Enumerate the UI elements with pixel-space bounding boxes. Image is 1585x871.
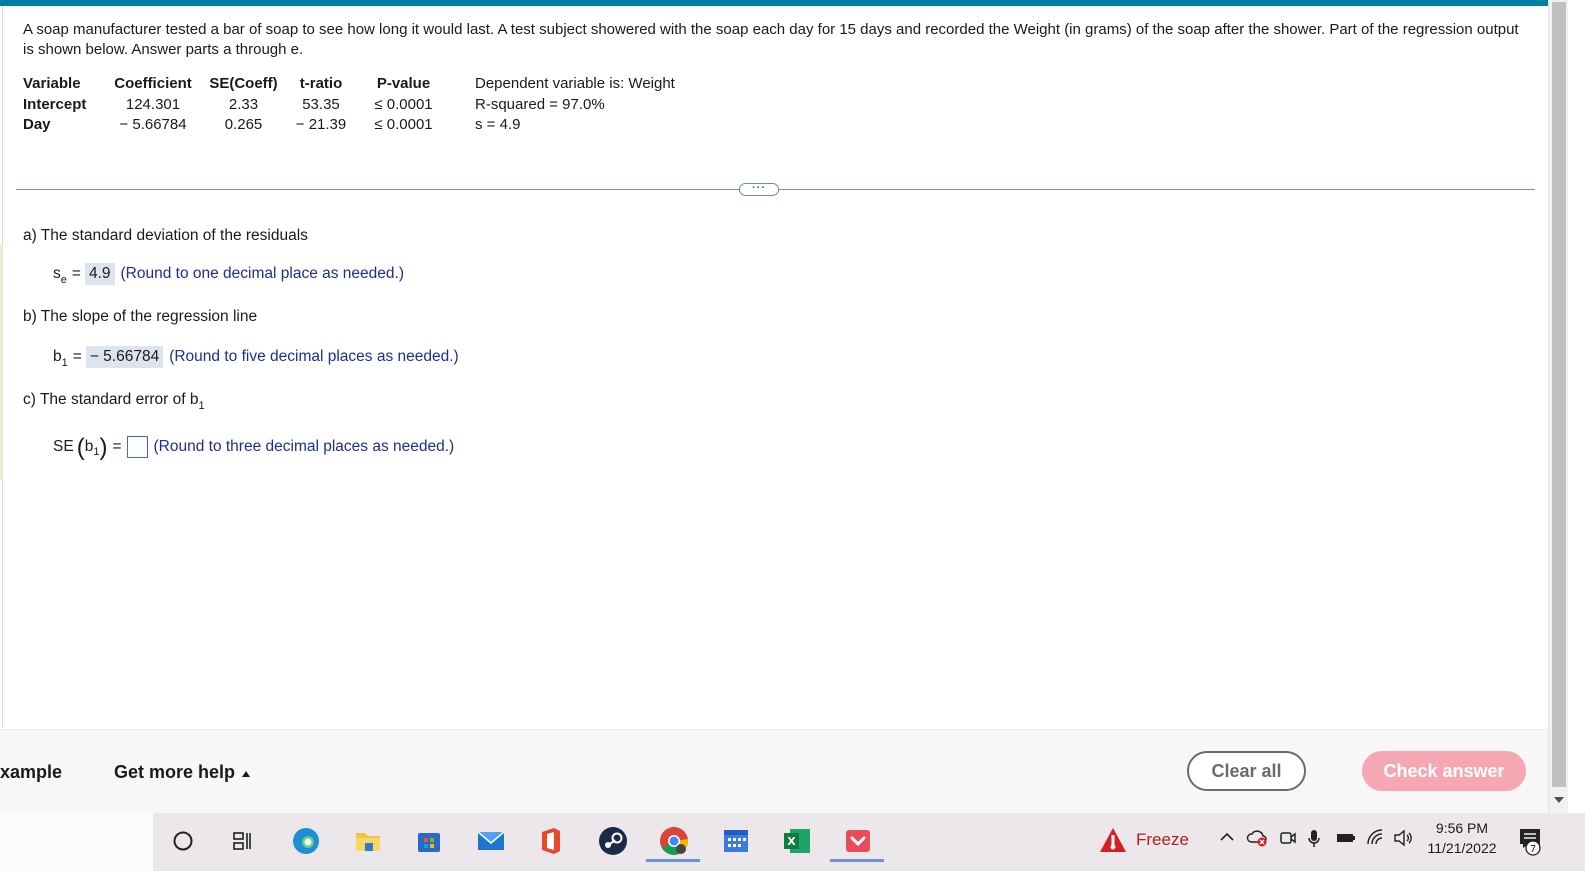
microphone-icon[interactable]	[1306, 828, 1322, 855]
excel-icon[interactable]: X	[777, 821, 817, 861]
calendar-app-icon[interactable]	[716, 821, 756, 861]
weather-freeze-alert[interactable]: Freeze	[1098, 826, 1189, 854]
speaker-volume-icon[interactable]	[1393, 828, 1415, 853]
se-b1-symbol: SE ( b1 )	[53, 434, 108, 461]
caret-up-icon	[242, 770, 251, 777]
cloud-sync-error-icon[interactable]	[1246, 828, 1270, 853]
clock-time: 9:56 PM	[1435, 820, 1489, 836]
header-t-ratio: t-ratio	[299, 75, 343, 92]
equals-sign: =	[112, 438, 122, 455]
steam-icon[interactable]	[593, 821, 633, 861]
table-row: Day − 5.66784 0.265 − 21.39 ≤ 0.0001	[23, 115, 451, 136]
table-header-row: Variable Coefficient SE(Coeff) t-ratio P…	[23, 74, 451, 95]
clear-all-button[interactable]: Clear all	[1187, 751, 1306, 791]
b1-symbol: b1	[53, 348, 68, 369]
intercept-coefficient: 124.301	[125, 95, 181, 113]
battery-icon[interactable]	[1335, 828, 1357, 853]
weather-label: Freeze	[1136, 830, 1189, 849]
part-b-answer: b1 = − 5.66784 (Round to five decimal pl…	[53, 346, 459, 369]
question-text: A soap manufacturer tested a bar of soap…	[23, 21, 1519, 58]
task-view-icon[interactable]	[222, 821, 262, 861]
part-b-answer-field[interactable]: − 5.66784	[85, 346, 164, 368]
scroll-down-arrow-icon[interactable]	[1554, 797, 1564, 803]
part-c-label: c) The standard error of b1	[23, 391, 205, 412]
part-b-hint: (Round to five decimal places as needed.…	[169, 348, 459, 365]
expand-handle[interactable]: ···	[739, 183, 779, 196]
wifi-icon[interactable]	[1366, 828, 1386, 853]
equals-sign: =	[71, 265, 81, 282]
day-p-value: ≤ 0.0001	[374, 116, 433, 133]
part-c-answer: SE ( b1 ) = (Round to three decimal plac…	[53, 434, 455, 461]
part-a-answer-field[interactable]: 4.9	[84, 263, 115, 285]
microsoft-store-icon[interactable]	[409, 821, 449, 861]
r-squared: R-squared = 97.0%	[475, 95, 605, 113]
se-symbol: se	[53, 265, 67, 286]
part-a-answer: se = 4.9 (Round to one decimal place as …	[53, 263, 405, 286]
header-se-coeff: SE(Coeff)	[209, 75, 278, 92]
meet-now-icon[interactable]	[1278, 828, 1298, 853]
part-a-hint: (Round to one decimal place as needed.)	[120, 265, 405, 282]
file-explorer-icon[interactable]	[348, 821, 388, 861]
chrome-icon[interactable]	[654, 821, 694, 861]
part-b-label: b) The slope of the regression line	[23, 308, 258, 325]
header-coefficient: Coefficient	[114, 75, 192, 92]
pocket-active-indicator	[830, 859, 884, 862]
svg-text:X: X	[787, 835, 796, 848]
search-circle-icon[interactable]	[163, 821, 203, 861]
clock-date: 11/21/2022	[1427, 840, 1497, 856]
view-example-link[interactable]: example	[0, 762, 62, 783]
table-row: Intercept 124.301 2.33 53.35 ≤ 0.0001	[23, 95, 451, 116]
get-more-help-link[interactable]: Get more help	[114, 762, 251, 783]
header-variable: Variable	[23, 75, 81, 92]
regression-table: Variable Coefficient SE(Coeff) t-ratio P…	[23, 74, 451, 136]
residual-sd: s = 4.9	[475, 116, 521, 133]
pocket-app-icon[interactable]	[838, 821, 878, 861]
row-day-label: Day	[23, 116, 51, 133]
day-t-ratio: − 21.39	[295, 116, 347, 133]
regression-summary: Dependent variable is: Weight R-squared …	[475, 74, 675, 136]
mail-icon[interactable]	[471, 821, 511, 861]
intercept-t-ratio: 53.35	[302, 95, 340, 113]
office-icon[interactable]	[531, 821, 571, 861]
window-edge	[1568, 0, 1585, 871]
part-c-answer-input[interactable]	[126, 436, 148, 458]
svg-text:7: 7	[1530, 844, 1536, 855]
warning-thermometer-icon	[1100, 828, 1126, 852]
chevron-up-icon[interactable]	[1218, 828, 1236, 851]
system-clock[interactable]: 9:56 PM 11/21/2022	[1420, 818, 1504, 858]
left-highlight-strip	[0, 245, 3, 480]
dependent-variable: Dependent variable is: Weight	[475, 75, 675, 92]
intercept-se: 2.33	[228, 95, 259, 113]
day-coefficient: − 5.66784	[119, 116, 187, 133]
notification-icon: 7	[1520, 829, 1541, 856]
equals-sign: =	[72, 348, 82, 365]
edge-browser-icon[interactable]	[286, 821, 326, 861]
check-answer-button[interactable]: Check answer	[1362, 751, 1526, 791]
intercept-p-value: ≤ 0.0001	[374, 95, 433, 113]
scrollbar-thumb[interactable]	[1552, 2, 1566, 787]
part-a-label: a) The standard deviation of the residua…	[23, 227, 308, 244]
get-more-help-label: Get more help	[114, 762, 236, 782]
notification-center[interactable]: 7	[1518, 826, 1544, 861]
day-se: 0.265	[224, 116, 263, 133]
header-p-value: P-value	[376, 75, 431, 92]
part-c-hint: (Round to three decimal places as needed…	[153, 438, 455, 455]
chrome-active-indicator	[646, 859, 700, 862]
row-intercept-label: Intercept	[23, 95, 87, 113]
vertical-scrollbar[interactable]	[1548, 0, 1568, 813]
top-accent-bar	[0, 0, 1548, 6]
